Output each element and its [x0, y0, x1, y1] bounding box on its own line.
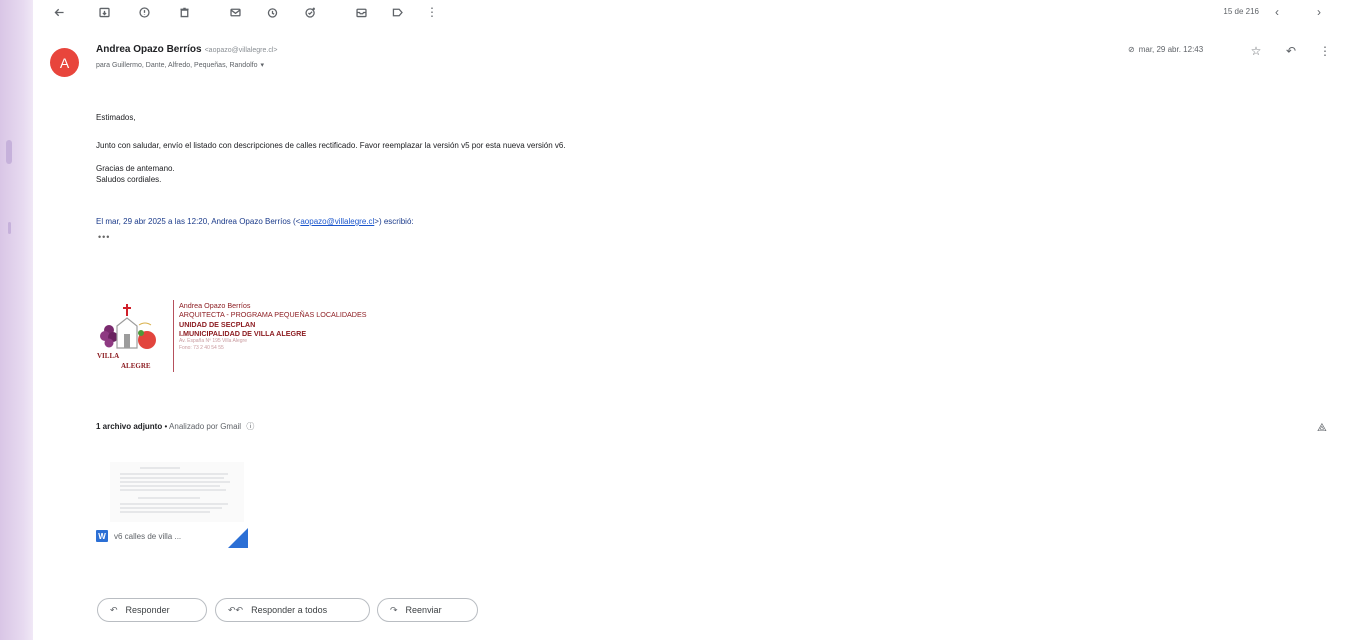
recipients-text: para Guillermo, Dante, Alfredo, Pequeñas… — [96, 62, 258, 69]
delete-icon[interactable] — [175, 3, 193, 21]
word-file-icon: W — [96, 530, 108, 542]
reply-button-label: Responder — [125, 605, 170, 615]
quote-header: El mar, 29 abr 2025 a las 12:20, Andrea … — [96, 217, 414, 226]
reply-all-button-label: Responder a todos — [251, 605, 328, 615]
quote-suffix: >) escribió: — [374, 217, 414, 226]
attachment-filename[interactable]: v6 calles de villa ... — [114, 532, 181, 541]
signature-phone: Fono: 73 2 40 54 55 — [179, 345, 224, 352]
show-trimmed-content-button[interactable]: ••• — [98, 232, 110, 242]
side-panel-mark — [6, 140, 12, 164]
attachment-label[interactable]: W v6 calles de villa ... — [96, 530, 181, 542]
attachment-clip-icon: ⊘ — [1128, 45, 1135, 54]
chevron-left-icon[interactable]: ‹ — [1269, 4, 1285, 20]
chevron-right-icon[interactable]: › — [1311, 4, 1327, 20]
reply-button[interactable]: ↶ Responder — [97, 598, 207, 622]
arrow-left-icon[interactable] — [50, 3, 68, 21]
thanks-line: Gracias de antemano. — [96, 164, 175, 173]
attachments-scanned: Analizado por Gmail — [169, 422, 242, 431]
signature-name: Andrea Opazo Berríos — [179, 301, 251, 310]
report-spam-icon[interactable] — [135, 3, 153, 21]
forward-icon: ↷ — [390, 604, 398, 615]
signature-block: Andrea Opazo Berríos ARQUITECTA - PROGRA… — [179, 301, 367, 352]
sender-name-text[interactable]: Andrea Opazo Berríos — [96, 44, 202, 55]
side-panel-mark — [8, 222, 11, 234]
signature-unit: UNIDAD DE SECPLAN — [179, 319, 256, 329]
forward-button-label: Reenviar — [405, 605, 442, 615]
signature-address: Av. España Nº 195 Villa Alegre — [179, 338, 247, 345]
message-toolbar: ⋮ 15 de 216 ‹ › — [33, 0, 1347, 26]
body-paragraph: Junto con saludar, envío el listado con … — [96, 141, 566, 150]
reply-all-icon: ↶↶ — [228, 604, 244, 615]
attachment-card[interactable]: W v6 calles de villa ... — [96, 462, 258, 552]
sender-email: <aopazo@villalegre.cl> — [204, 47, 278, 54]
sender-avatar[interactable]: A — [50, 48, 79, 77]
quote-prefix: El mar, 29 abr 2025 a las 12:20, Andrea … — [96, 217, 301, 226]
villa-alegre-logo: VILLA ALEGRE — [97, 304, 156, 370]
signature-role: ARQUITECTA - PROGRAMA PEQUEÑAS LOCALIDAD… — [179, 310, 367, 320]
archive-icon[interactable] — [95, 3, 113, 21]
add-to-drive-icon[interactable]: ⟁ — [1317, 422, 1327, 435]
reply-icon: ↶ — [110, 604, 118, 615]
reply-icon[interactable]: ↶ — [1283, 43, 1299, 59]
attachments-header: 1 archivo adjunto • Analizado por Gmail … — [96, 421, 254, 432]
star-icon[interactable]: ☆ — [1248, 43, 1264, 59]
caret-down-icon[interactable]: ▾ — [261, 62, 265, 69]
move-to-icon[interactable] — [352, 3, 370, 21]
more-vert-icon[interactable]: ⋮ — [1317, 43, 1333, 59]
info-icon[interactable]: ⓘ — [246, 422, 254, 431]
mark-unread-icon[interactable] — [226, 3, 244, 21]
reply-all-button[interactable]: ↶↶ Responder a todos — [215, 598, 370, 622]
signature-org: I.MUNICIPALIDAD DE VILLA ALEGRE — [179, 328, 307, 338]
left-side-panel — [0, 0, 33, 640]
quote-email-link[interactable]: aopazo@villalegre.cl — [300, 217, 374, 226]
add-task-icon[interactable] — [301, 3, 319, 21]
attachments-count: 1 archivo adjunto — [96, 422, 163, 431]
attachment-preview-thumbnail[interactable] — [110, 462, 244, 522]
greeting: Estimados, — [96, 113, 136, 122]
message-date: mar, 29 abr. 12:43 — [1138, 45, 1204, 54]
closing-line: Saludos cordiales. — [96, 175, 162, 184]
attachment-corner-fold — [228, 528, 248, 548]
recipients-line[interactable]: para Guillermo, Dante, Alfredo, Pequeñas… — [96, 61, 264, 69]
logo-text-alegre: ALEGRE — [121, 362, 151, 370]
pagination-counter: 15 de 216 — [1223, 7, 1259, 16]
signature-divider — [173, 300, 174, 372]
more-vert-icon[interactable]: ⋮ — [423, 3, 441, 21]
snooze-icon[interactable] — [263, 3, 281, 21]
logo-text-villa: VILLA — [97, 352, 119, 360]
message-date-area: ⊘ mar, 29 abr. 12:43 — [1128, 45, 1203, 54]
label-icon[interactable] — [388, 3, 406, 21]
forward-button[interactable]: ↷ Reenviar — [377, 598, 478, 622]
sender-name[interactable]: Andrea Opazo Berríos <aopazo@villalegre.c… — [96, 44, 277, 55]
